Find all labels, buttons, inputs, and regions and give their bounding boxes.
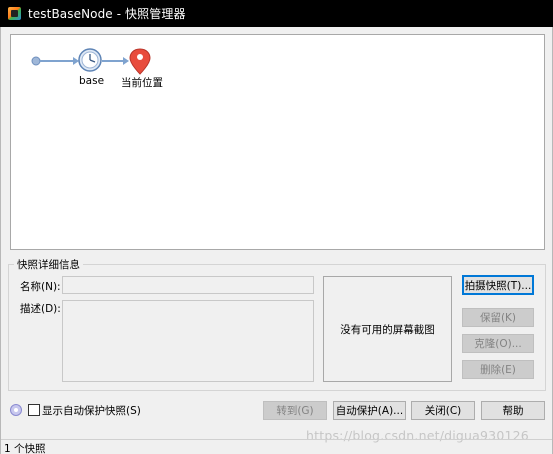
keep-button[interactable]: 保留(K) [462,308,534,327]
snapshot-tree-graph [31,48,151,75]
autoprotect-status-icon [10,404,22,416]
status-bar: 1 个快照 [1,439,552,454]
goto-button[interactable]: 转到(G) [263,401,327,420]
show-autoprotect-checkbox[interactable] [28,404,40,416]
clone-button[interactable]: 克隆(O)... [462,334,534,353]
snapshot-tree-panel[interactable]: base 当前位置 [10,34,545,250]
snapshot-details-title: 快照详细信息 [14,257,83,272]
show-autoprotect-label[interactable]: 显示自动保护快照(S) [42,403,141,418]
connector-arrow [123,57,129,65]
description-field[interactable] [62,300,314,382]
root-node-dot [31,56,41,66]
delete-button[interactable]: 删除(E) [462,360,534,379]
help-button[interactable]: 帮助 [481,401,545,420]
no-screenshot-text: 没有可用的屏幕截图 [340,323,435,336]
vmware-app-icon [8,7,21,20]
current-position-label[interactable]: 当前位置 [121,75,163,90]
location-pin-icon [129,48,151,75]
snapshot-count: 1 个快照 [4,443,46,454]
autoprotect-button[interactable]: 自动保护(A)... [333,401,406,420]
title-bar: testBaseNode - 快照管理器 [0,0,553,27]
take-snapshot-button[interactable]: 拍摄快照(T)... [462,275,534,295]
snapshot-node-base-label[interactable]: base [79,75,104,87]
name-field[interactable] [62,276,314,294]
name-label: 名称(N): [20,281,61,293]
clock-icon [78,48,102,72]
window-title: testBaseNode - 快照管理器 [28,7,186,21]
close-button[interactable]: 关闭(C) [411,401,475,420]
description-label: 描述(D): [20,303,61,315]
snapshot-manager-window: base 当前位置 快照详细信息 名称(N): 描述(D): 没有可用的屏幕截图… [0,27,553,454]
screenshot-preview: 没有可用的屏幕截图 [323,276,452,382]
connector-arrow [73,57,79,65]
